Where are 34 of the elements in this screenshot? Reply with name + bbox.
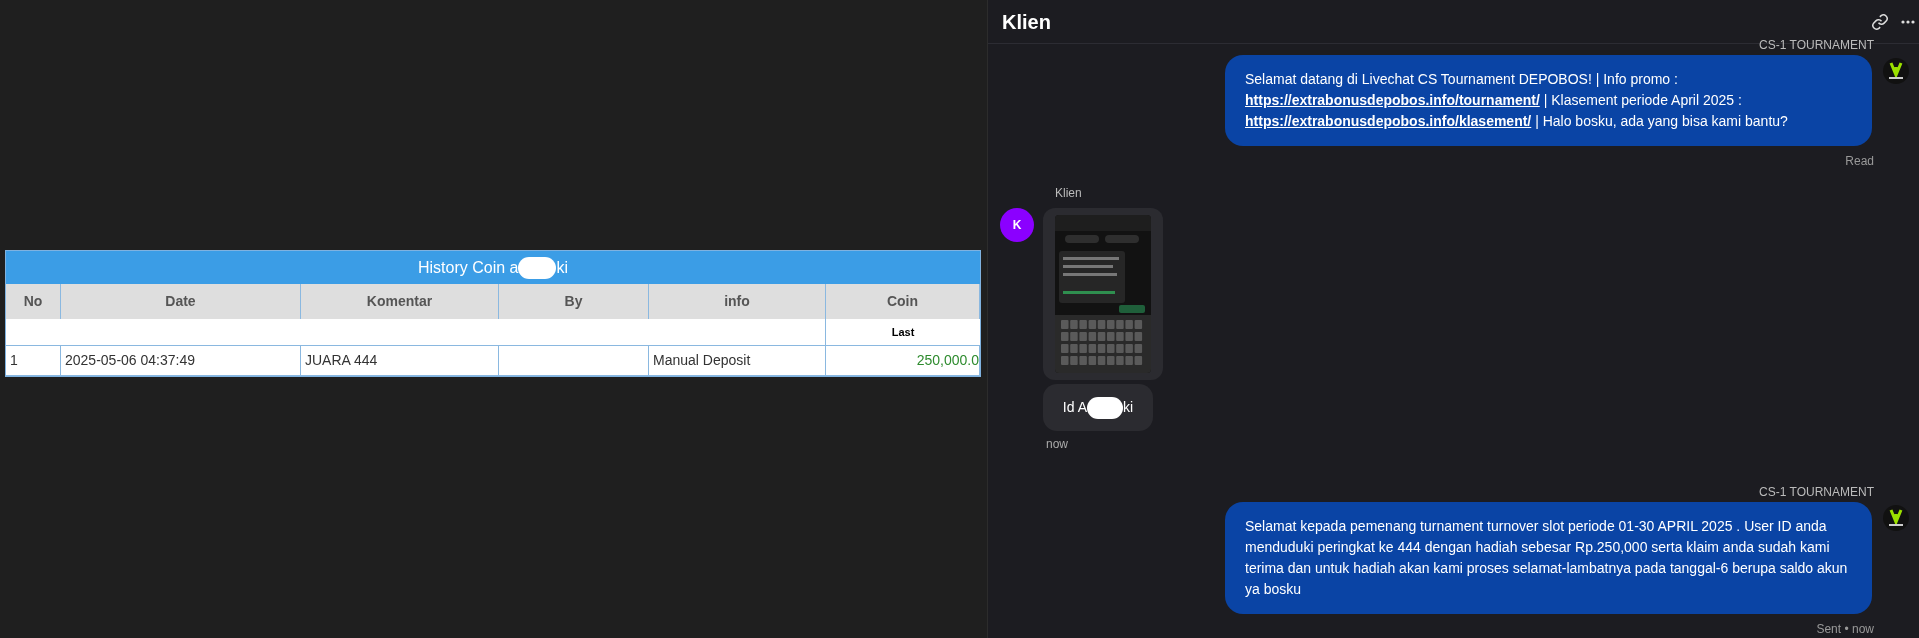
message-text: Selamat kepada pemenang turnament turnover slot periode 01-30 APRIL 2025 . User ID anda menduduki peringkat ke 444 dengan hadiah sebesar Rp.250,000 serta klaim anda sudah kami terima dan untuk hadiah akan kami proses selamat-lambatnya pada tanggal-6 berupa saldo akun ya bosku <box>1245 517 1849 599</box>
table-title: History Coin a <box>417 257 519 278</box>
message-link[interactable]: https://extrabonusdepobos.info/tournament/ <box>1245 92 1540 108</box>
redaction-mark <box>518 256 557 279</box>
message-link[interactable]: https://extrabonusdepobos.info/klasement/ <box>1245 113 1532 129</box>
table-cell: 2025-05-06 04:37:49 <box>61 346 301 375</box>
sender-name: Klien <box>1055 185 1083 202</box>
table-subheader: Last <box>890 324 916 340</box>
brand-logo-icon <box>1882 55 1910 87</box>
sender-name: CS-1 TOURNAMENT <box>1759 38 1874 52</box>
message-status: Read <box>1845 153 1874 170</box>
table-cell: Manual Deposit <box>649 346 826 375</box>
column-header: Komentar <box>301 284 499 319</box>
redaction-mark <box>1087 396 1123 419</box>
table-cell: 1 <box>6 346 61 375</box>
message-time: now <box>1046 436 1069 453</box>
message-text: Selamat datang di Livechat CS Tournament DEPOBOS! | Info promo : https://extrabonusdepobos.info/tournament/ | Klasement periode April 2025 : https://extrabonusdepobos.info/klasement/ | Halo bosku, ada yang bisa kami bantu? <box>1245 70 1789 131</box>
link-icon[interactable] <box>1871 12 1889 31</box>
table-cell: JUARA 444 <box>301 346 499 375</box>
message-text: ki <box>1123 398 1134 417</box>
column-header: info <box>649 284 826 319</box>
column-header: Coin <box>826 284 980 319</box>
sender-name: CS-1 TOURNAMENT <box>1759 485 1874 499</box>
chat-title: Klien <box>1002 9 1052 35</box>
column-header: Date <box>61 284 301 319</box>
table-title: ki <box>556 257 568 278</box>
client-avatar: K <box>1000 208 1034 242</box>
message-status: Sent • now <box>1816 621 1874 638</box>
column-header: By <box>499 284 649 319</box>
column-header: No <box>6 284 61 319</box>
brand-logo-icon <box>1882 502 1910 534</box>
more-icon[interactable] <box>1901 19 1915 24</box>
table-cell: 250,000.0 <box>826 346 980 375</box>
message-text: Id A <box>1062 398 1087 417</box>
